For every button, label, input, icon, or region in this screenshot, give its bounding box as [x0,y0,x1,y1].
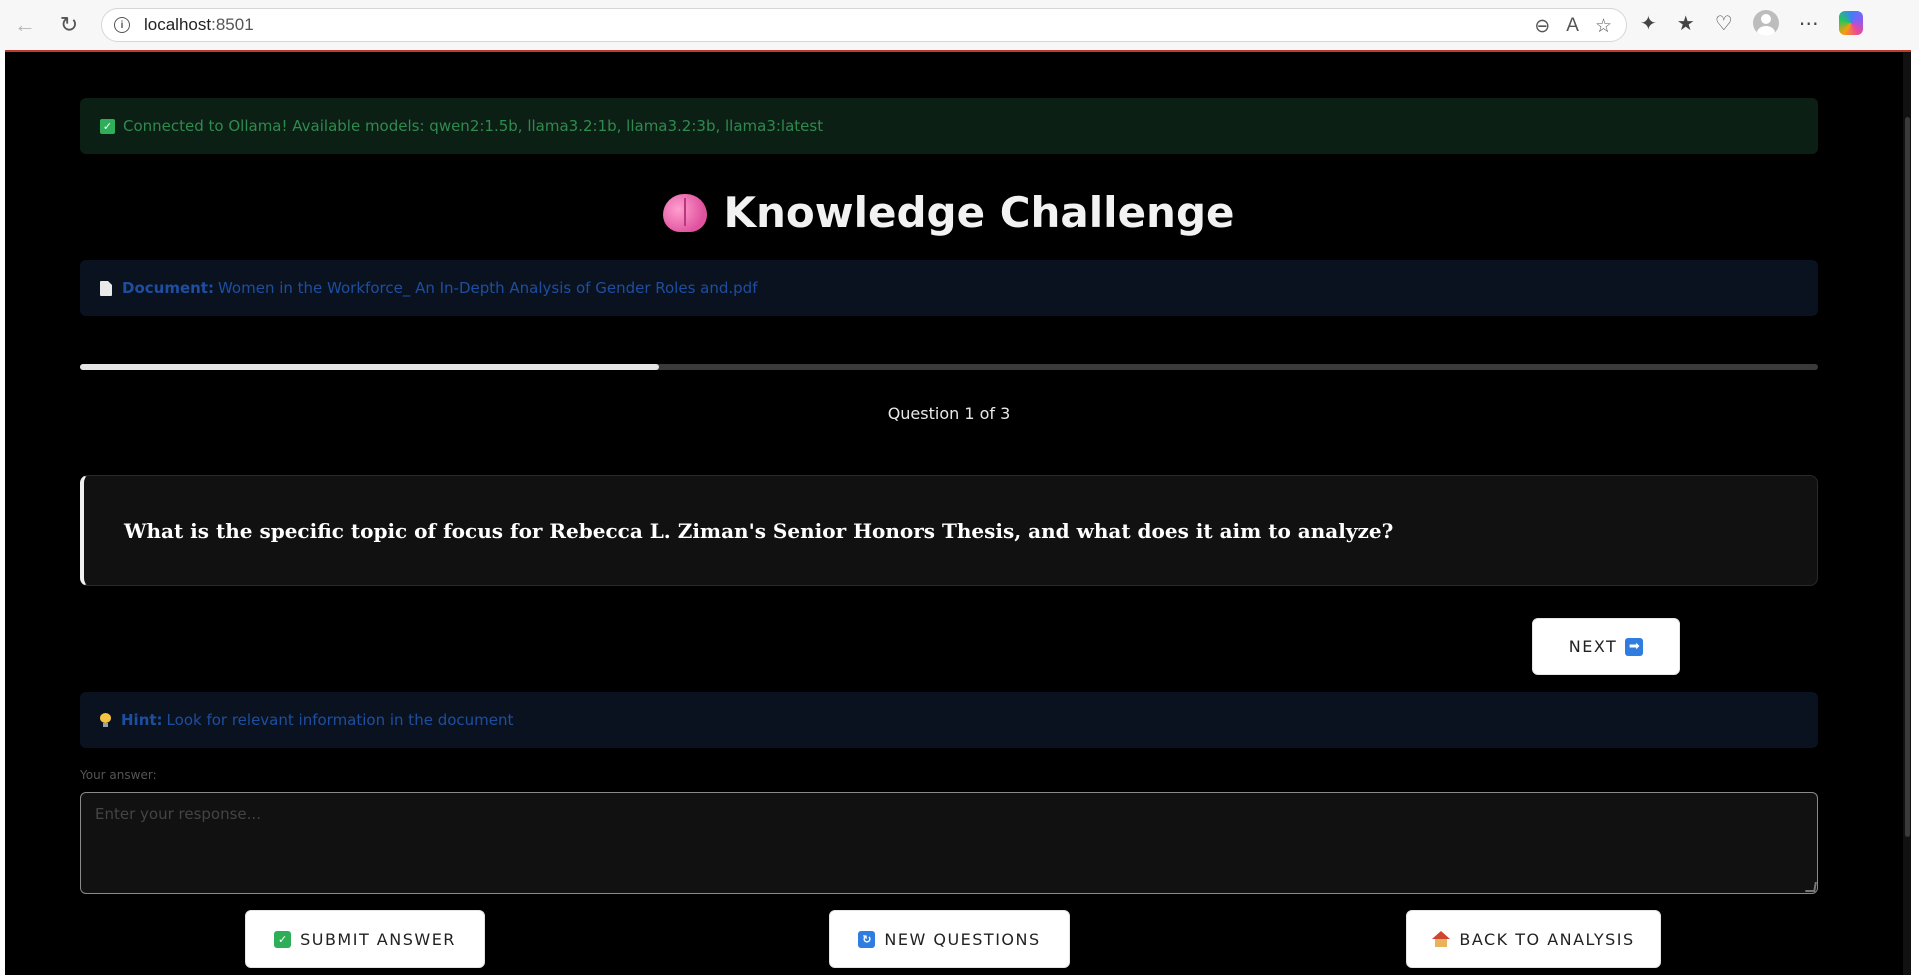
answer-textarea[interactable] [80,792,1818,894]
url-text[interactable]: localhost:8501 [144,15,254,35]
connection-status-text: Connected to Ollama! Available models: q… [123,117,824,135]
copilot-icon[interactable] [1838,11,1863,35]
site-info-icon[interactable]: i [114,17,130,33]
browser-toolbar: ← ↻ i localhost:8501 ⊖ A ☆ ✦ ★ ♡ ⋯ [0,0,1919,50]
health-icon[interactable]: ♡ [1715,11,1733,36]
lightbulb-icon [100,713,111,727]
more-menu-icon[interactable]: ⋯ [1799,11,1819,36]
quiz-progress-fill [80,364,659,370]
answer-label: Your answer: [80,768,157,782]
question-card: What is the specific topic of focus for … [80,475,1818,586]
favorite-star-icon[interactable]: ☆ [1595,15,1612,38]
document-name: Women in the Workforce_ An In-Depth Anal… [217,279,758,297]
next-button[interactable]: NEXT ➡ [1532,618,1680,675]
connection-status-alert: ✓ Connected to Ollama! Available models:… [80,98,1818,154]
url-host: localhost [144,15,212,34]
textarea-resize-handle[interactable] [1805,882,1817,892]
scrollbar[interactable] [1903,52,1911,975]
quiz-progress-bar [80,364,1818,370]
zoom-out-icon[interactable]: ⊖ [1534,15,1550,38]
question-counter: Question 1 of 3 [887,404,1011,423]
address-bar[interactable]: i localhost:8501 ⊖ A ☆ [101,8,1627,42]
reload-icon[interactable]: ↻ [54,10,84,40]
submit-answer-button[interactable]: ✓ SUBMIT ANSWER [245,910,485,968]
page-title-text: Knowledge Challenge [723,188,1235,237]
document-icon [100,280,112,296]
check-icon: ✓ [100,118,115,134]
new-questions-button[interactable]: ↻ NEW QUESTIONS [829,910,1070,968]
arrow-right-icon: ➡ [1625,637,1644,656]
back-to-analysis-button[interactable]: BACK TO ANALYSIS [1406,910,1661,968]
hint-text: Look for relevant information in the doc… [166,711,514,729]
house-icon [1432,931,1451,947]
submit-answer-label: SUBMIT ANSWER [300,929,456,949]
document-label: Document: [122,279,214,297]
brain-icon [663,193,708,232]
hint-alert: Hint: Look for relevant information in t… [80,692,1818,748]
new-questions-label: NEW QUESTIONS [884,929,1041,949]
url-port: :8501 [211,15,254,34]
read-aloud-icon[interactable]: A [1566,15,1579,38]
document-info-alert: Document: Women in the Workforce_ An In-… [80,260,1818,316]
hint-label: Hint: [121,711,163,729]
scrollbar-thumb[interactable] [1905,117,1910,837]
favorites-icon[interactable]: ★ [1677,11,1695,36]
check-icon: ✓ [274,930,292,948]
extensions-icon[interactable]: ✦ [1640,11,1657,36]
question-text: What is the specific topic of focus for … [124,518,1394,543]
next-button-label: NEXT [1568,637,1618,656]
refresh-icon: ↻ [858,930,876,948]
profile-avatar-icon[interactable] [1752,10,1779,36]
back-arrow-icon[interactable]: ← [10,10,40,40]
back-to-analysis-label: BACK TO ANALYSIS [1459,929,1635,949]
page-title: Knowledge Challenge [80,188,1818,237]
